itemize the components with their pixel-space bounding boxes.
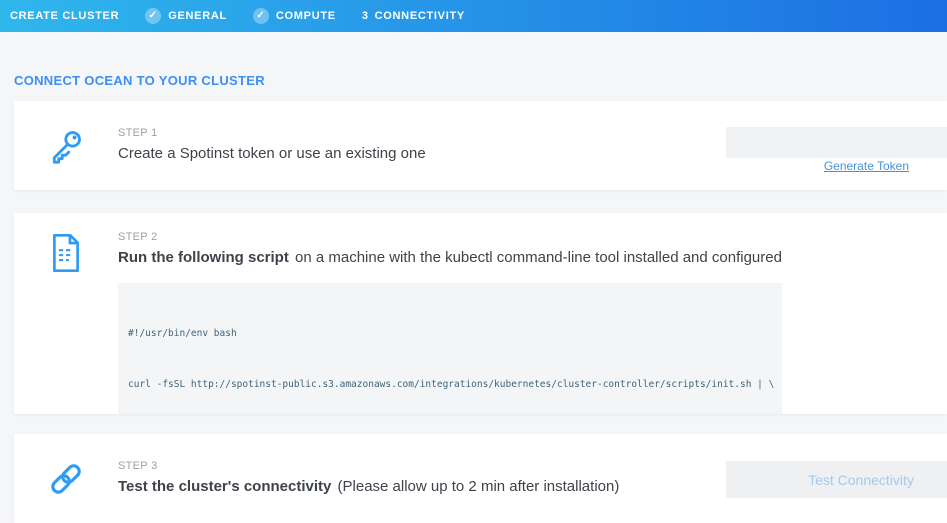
tab-connectivity-label: CONNECTIVITY xyxy=(375,10,465,22)
step3-card: STEP 3 Test the cluster's connectivity (… xyxy=(14,434,947,523)
step1-card: STEP 1 Create a Spotinst token or use an… xyxy=(14,101,947,190)
wizard-top-bar: CREATE CLUSTER ✓ GENERAL ✓ COMPUTE 3 CON… xyxy=(0,0,947,32)
step3-title-bold: Test the cluster's connectivity xyxy=(118,478,331,495)
link-icon xyxy=(45,459,87,499)
tab-compute[interactable]: ✓ COMPUTE xyxy=(253,8,336,24)
tab-compute-label: COMPUTE xyxy=(276,10,336,22)
step2-text-col: STEP 2 Run the following script on a mac… xyxy=(118,213,947,414)
tab-connectivity-number: 3 xyxy=(362,10,369,22)
tab-general-label: GENERAL xyxy=(168,10,227,22)
code-line: #!/usr/bin/env bash xyxy=(128,325,782,342)
step2-title-bold: Run the following script xyxy=(118,249,289,266)
document-script-icon xyxy=(49,233,83,273)
step1-icon-col xyxy=(14,101,118,190)
install-script-code-block: #!/usr/bin/env bash curl -fsSL http://sp… xyxy=(118,283,782,414)
token-input[interactable] xyxy=(726,127,947,158)
code-line: curl -fsSL http://spotinst-public.s3.ama… xyxy=(128,376,782,393)
step2-icon-col xyxy=(14,213,118,414)
step2-title: Run the following script on a machine wi… xyxy=(118,248,947,268)
step2-title-rest: on a machine with the kubectl command-li… xyxy=(291,249,782,266)
wizard-title: CREATE CLUSTER xyxy=(10,10,119,22)
generate-token-link[interactable]: Generate Token xyxy=(824,159,909,173)
check-icon: ✓ xyxy=(253,8,269,24)
test-connectivity-button[interactable]: Test Connectivity xyxy=(726,461,947,498)
step3-title-rest: (Please allow up to 2 min after installa… xyxy=(333,478,619,495)
step2-eyebrow: STEP 2 xyxy=(118,231,947,243)
check-icon: ✓ xyxy=(145,8,161,24)
tab-connectivity[interactable]: 3 CONNECTIVITY xyxy=(362,10,465,22)
step3-icon-col xyxy=(14,434,118,523)
tab-general[interactable]: ✓ GENERAL xyxy=(145,8,227,24)
key-icon xyxy=(47,127,85,165)
page-title: CONNECT OCEAN TO YOUR CLUSTER xyxy=(14,73,947,88)
step2-card: STEP 2 Run the following script on a mac… xyxy=(14,213,947,414)
